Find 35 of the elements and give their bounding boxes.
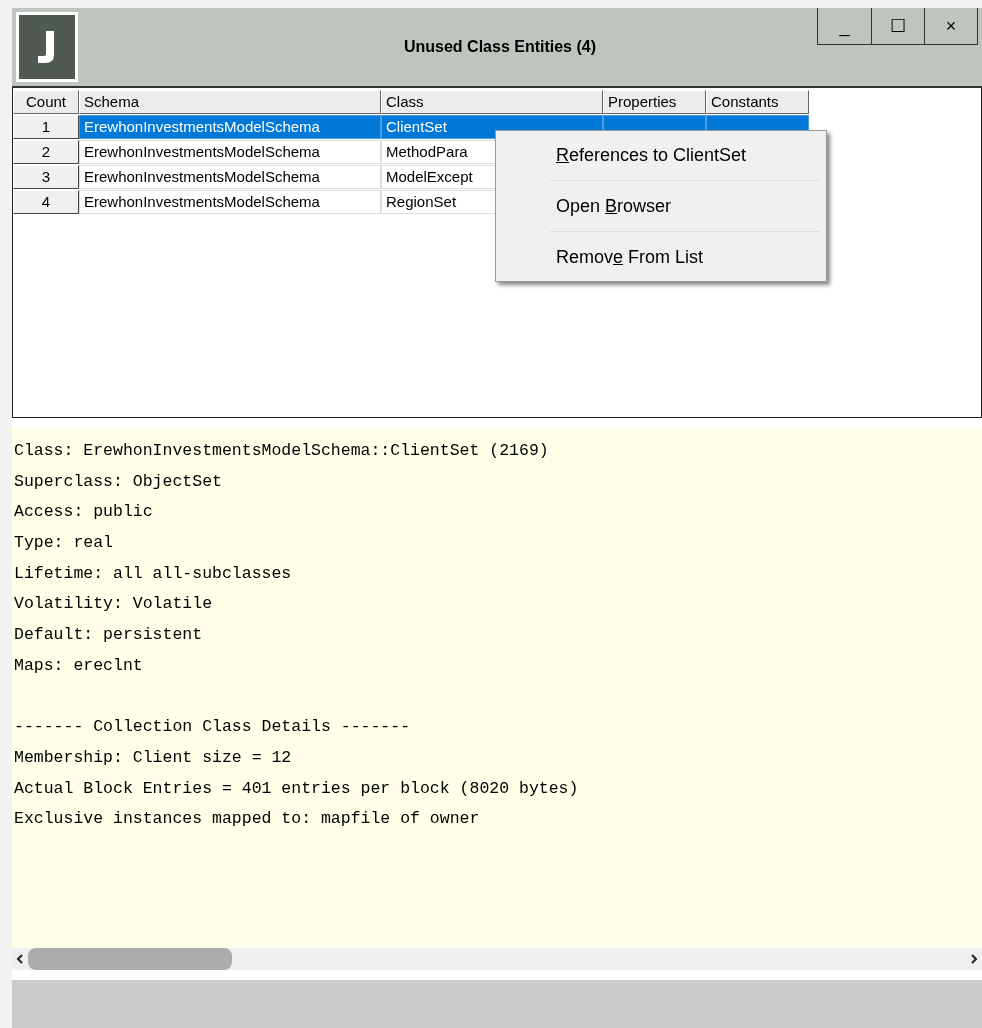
row-number: 3: [13, 165, 79, 189]
detail-line: Superclass: ObjectSet: [14, 470, 223, 493]
detail-line: Class: ErewhonInvestmentsModelSchema::ClientSet (2169): [14, 440, 550, 462]
table-cell: ErewhonInvestmentsModelSchema: [79, 190, 381, 214]
column-header[interactable]: Class: [381, 90, 603, 114]
table-cell: ErewhonInvestmentsModelSchema: [79, 115, 381, 139]
detail-line: Default: persistent: [14, 624, 204, 647]
detail-line: Maps: ereclnt: [14, 654, 144, 677]
horizontal-scrollbar[interactable]: [12, 948, 982, 970]
detail-line: Type: real: [14, 532, 115, 555]
detail-line: Exclusive instances mapped to: mapfile of owner: [14, 808, 481, 831]
detail-line: Access: public: [14, 501, 154, 524]
app-logo-icon: [16, 12, 78, 82]
window-title: Unused Class Entities (4): [402, 38, 597, 56]
scrollbar-thumb[interactable]: [28, 948, 232, 970]
scroll-left-icon[interactable]: [16, 953, 24, 965]
column-header[interactable]: Count: [13, 90, 79, 114]
table-cell: ErewhonInvestmentsModelSchema: [79, 140, 381, 164]
minimize-button[interactable]: _: [818, 8, 871, 44]
row-number: 1: [13, 115, 79, 139]
maximize-button[interactable]: ☐: [871, 8, 924, 44]
row-number: 4: [13, 190, 79, 214]
table-cell: ErewhonInvestmentsModelSchema: [79, 165, 381, 189]
row-number: 2: [13, 140, 79, 164]
column-header[interactable]: Schema: [79, 90, 381, 114]
menu-item[interactable]: Remove From List: [498, 237, 824, 277]
scroll-right-icon[interactable]: [970, 953, 978, 965]
detail-line: Volatility: Volatile: [14, 593, 214, 616]
detail-line: ------- Collection Class Details -------: [14, 716, 412, 739]
detail-line: Membership: Client size = 12: [14, 746, 293, 769]
close-button[interactable]: ×: [924, 8, 977, 44]
column-header[interactable]: Constants: [706, 90, 809, 114]
column-header[interactable]: Properties: [603, 90, 706, 114]
detail-line: Actual Block Entries = 401 entries per block (8020 bytes): [14, 777, 580, 800]
detail-line: Lifetime: all all-subclasses: [14, 562, 293, 585]
